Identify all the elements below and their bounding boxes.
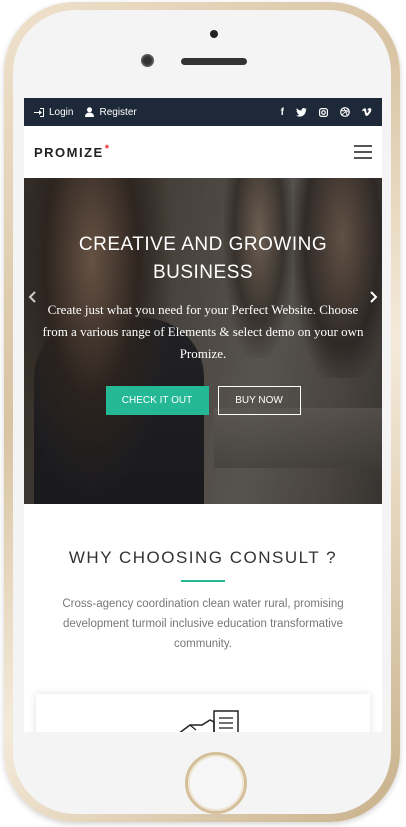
hero-title: CREATIVE AND GROWING BUSINESS (78, 234, 328, 283)
login-label: Login (49, 106, 74, 118)
hero-slider: CREATIVE AND GROWING BUSINESS Create jus… (24, 178, 382, 504)
login-icon (34, 107, 44, 117)
section-title: WHY CHOOSING CONSULT ? (68, 548, 338, 567)
front-camera (141, 54, 154, 67)
logo-text: PROMIZE (34, 144, 104, 160)
hero-content: CREATIVE AND GROWING BUSINESS Create jus… (24, 178, 382, 415)
section-title-underline (181, 580, 225, 582)
dribbble-icon[interactable] (340, 107, 350, 117)
feature-card (36, 694, 370, 732)
why-choosing-section: WHY CHOOSING CONSULT ? Cross-agency coor… (24, 504, 382, 654)
site-logo[interactable]: PROMIZE* (34, 142, 111, 160)
sensor-dot (210, 30, 218, 38)
user-icon (85, 107, 95, 117)
hero-buttons: CHECK IT OUT BUY NOW (24, 386, 382, 415)
social-links: f (281, 107, 372, 118)
login-link[interactable]: Login (34, 107, 73, 118)
slider-prev-arrow-icon[interactable] (28, 291, 36, 303)
instagram-icon[interactable] (319, 107, 328, 117)
register-link[interactable]: Register (85, 106, 137, 118)
section-description: Cross-agency coordination clean water ru… (62, 598, 344, 650)
earpiece-speaker (181, 58, 247, 65)
vimeo-icon[interactable] (362, 107, 372, 117)
slider-next-arrow-icon[interactable] (370, 291, 378, 303)
top-bar: Login Register f (24, 98, 382, 126)
main-navbar: PROMIZE* (24, 126, 382, 178)
facebook-icon[interactable]: f (281, 107, 284, 118)
twitter-icon[interactable] (296, 107, 307, 117)
hero-text: Create just what you need for your Perfe… (42, 302, 364, 361)
hamburger-menu-icon[interactable] (354, 145, 372, 159)
register-label: Register (99, 106, 137, 118)
check-it-out-button[interactable]: CHECK IT OUT (105, 386, 209, 415)
logo-mark: * (104, 142, 111, 155)
home-button[interactable] (185, 752, 247, 814)
buy-now-button[interactable]: BUY NOW (217, 386, 301, 415)
document-handshake-icon (179, 710, 239, 732)
phone-screen: Login Register f PROMIZE* CREATIVE AND G… (24, 98, 382, 732)
auth-links: Login Register (34, 107, 137, 118)
